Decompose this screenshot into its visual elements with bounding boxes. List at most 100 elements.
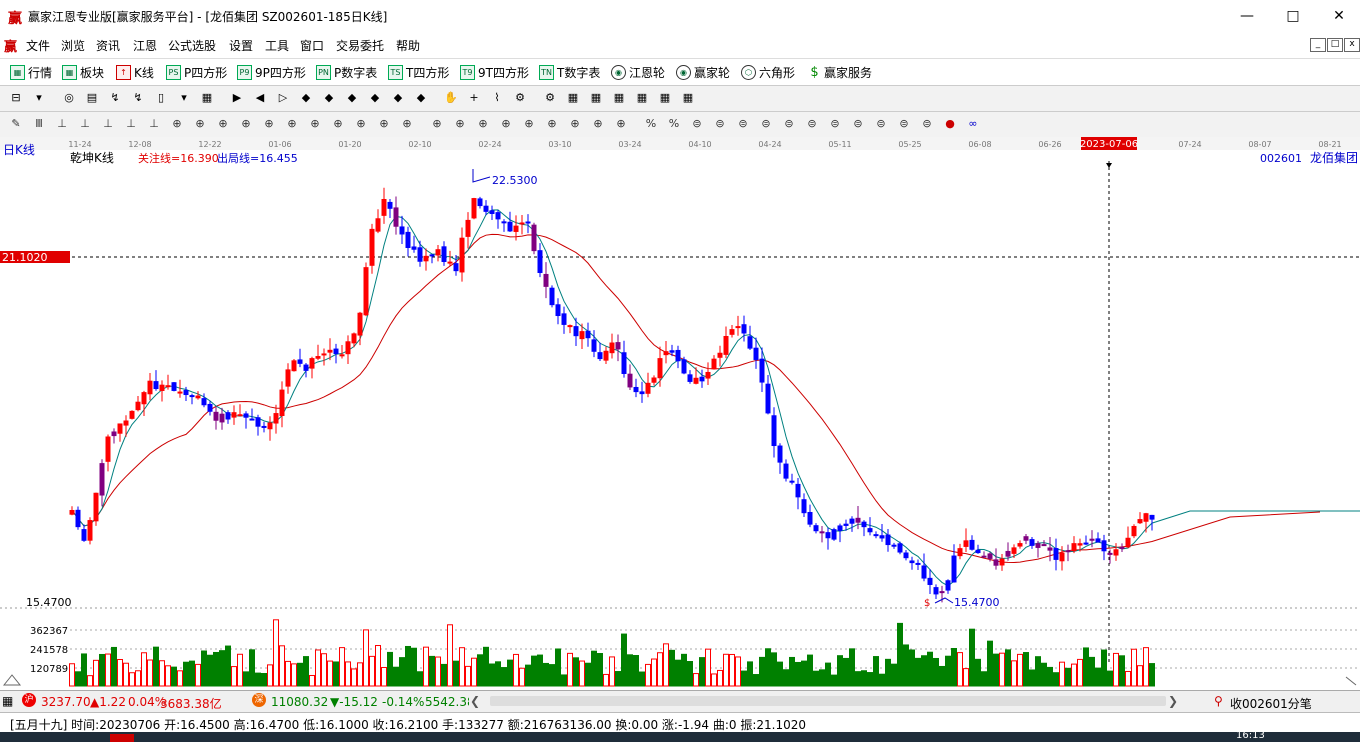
gann-tool-34-icon[interactable]: ⊜ xyxy=(804,116,820,132)
gann-tool-26-icon[interactable]: ⊕ xyxy=(613,116,629,132)
gann-tool-0-icon[interactable]: ✎ xyxy=(8,116,24,132)
draw-tool-23-icon[interactable]: ▦ xyxy=(565,90,581,106)
grid-icon[interactable]: ▦ xyxy=(2,694,13,708)
gann-tool-31-icon[interactable]: ⊜ xyxy=(735,116,751,132)
close-button[interactable]: ✕ xyxy=(1316,0,1360,32)
gann-tool-10-icon[interactable]: ⊕ xyxy=(238,116,254,132)
draw-tool-28-icon[interactable]: ▦ xyxy=(680,90,696,106)
draw-tool-25-icon[interactable]: ▦ xyxy=(611,90,627,106)
gann-tool-22-icon[interactable]: ⊕ xyxy=(521,116,537,132)
t-table-button[interactable]: TN T数字表 xyxy=(539,64,600,81)
draw-tool-11-icon[interactable]: ▷ xyxy=(275,90,291,106)
gann-tool-39-icon[interactable]: ⊜ xyxy=(919,116,935,132)
draw-tool-16-icon[interactable]: ◆ xyxy=(390,90,406,106)
gann-tool-25-icon[interactable]: ⊕ xyxy=(590,116,606,132)
draw-tool-12-icon[interactable]: ◆ xyxy=(298,90,314,106)
draw-tool-2-icon[interactable]: ◎ xyxy=(61,90,77,106)
scroll-right-icon[interactable]: ❯ xyxy=(1168,694,1178,708)
gann-tool-33-icon[interactable]: ⊜ xyxy=(781,116,797,132)
gann-tool-35-icon[interactable]: ⊜ xyxy=(827,116,843,132)
minimize-button[interactable]: — xyxy=(1224,0,1270,32)
menu-formula[interactable]: 公式选股 xyxy=(168,37,216,54)
gann-tool-12-icon[interactable]: ⊕ xyxy=(284,116,300,132)
draw-tool-27-icon[interactable]: ▦ xyxy=(657,90,673,106)
draw-tool-10-icon[interactable]: ◀ xyxy=(252,90,268,106)
draw-tool-18-icon[interactable]: ✋ xyxy=(443,90,459,106)
9t-square-button[interactable]: T9 9T四方形 xyxy=(460,64,529,81)
draw-tool-9-icon[interactable]: ▶ xyxy=(229,90,245,106)
hexagon-button[interactable]: ⬡ 六角形 xyxy=(741,64,795,81)
gann-tool-5-icon[interactable]: ⊥ xyxy=(123,116,139,132)
sector-button[interactable]: ▦ 板块 xyxy=(62,64,104,81)
winner-service-button[interactable]: $ 赢家服务 xyxy=(808,64,872,81)
gann-tool-30-icon[interactable]: ⊜ xyxy=(712,116,728,132)
draw-tool-4-icon[interactable]: ↯ xyxy=(107,90,123,106)
gann-tool-9-icon[interactable]: ⊕ xyxy=(215,116,231,132)
gann-tool-2-icon[interactable]: ⊥ xyxy=(54,116,70,132)
menu-browse[interactable]: 浏览 xyxy=(61,37,85,54)
menu-file[interactable]: 文件 xyxy=(26,37,50,54)
mdi-close-button[interactable]: x xyxy=(1344,38,1360,52)
gann-tool-37-icon[interactable]: ⊜ xyxy=(873,116,889,132)
draw-tool-3-icon[interactable]: ▤ xyxy=(84,90,100,106)
gann-tool-7-icon[interactable]: ⊕ xyxy=(169,116,185,132)
draw-tool-22-icon[interactable]: ⚙ xyxy=(542,90,558,106)
t-square-button[interactable]: TS T四方形 xyxy=(388,64,449,81)
draw-tool-1-icon[interactable]: ▾ xyxy=(31,90,47,106)
kline-chart-svg[interactable]: 11-24 12-08 12-22 01-06 01-20 02-10 02-24 03-10… xyxy=(0,137,1360,690)
menu-help[interactable]: 帮助 xyxy=(396,37,420,54)
draw-tool-21-icon[interactable]: ⚙ xyxy=(512,90,528,106)
gann-tool-40-icon[interactable]: ● xyxy=(942,116,958,132)
draw-tool-26-icon[interactable]: ▦ xyxy=(634,90,650,106)
gann-tool-17-icon[interactable]: ⊕ xyxy=(399,116,415,132)
menu-settings[interactable]: 设置 xyxy=(229,37,253,54)
draw-tool-8-icon[interactable]: ▦ xyxy=(199,90,215,106)
mdi-restore-button[interactable]: □ xyxy=(1327,38,1343,52)
p-square-button[interactable]: PS P四方形 xyxy=(166,64,227,81)
gann-tool-3-icon[interactable]: ⊥ xyxy=(77,116,93,132)
gann-tool-18-icon[interactable]: ⊕ xyxy=(429,116,445,132)
p-table-button[interactable]: PN P数字表 xyxy=(316,64,377,81)
menu-news[interactable]: 资讯 xyxy=(96,37,120,54)
gann-tool-13-icon[interactable]: ⊕ xyxy=(307,116,323,132)
draw-tool-15-icon[interactable]: ◆ xyxy=(367,90,383,106)
gann-tool-15-icon[interactable]: ⊕ xyxy=(353,116,369,132)
taskbar-app-icon[interactable] xyxy=(110,734,134,742)
gann-tool-20-icon[interactable]: ⊕ xyxy=(475,116,491,132)
mdi-minimize-button[interactable]: _ xyxy=(1310,38,1326,52)
gann-tool-11-icon[interactable]: ⊕ xyxy=(261,116,277,132)
gann-tool-24-icon[interactable]: ⊕ xyxy=(567,116,583,132)
draw-tool-19-icon[interactable]: + xyxy=(466,90,482,106)
gann-tool-1-icon[interactable]: Ⅲ xyxy=(31,116,47,132)
draw-tool-24-icon[interactable]: ▦ xyxy=(588,90,604,106)
scroll-up-icon[interactable] xyxy=(2,674,22,686)
gann-tool-38-icon[interactable]: ⊜ xyxy=(896,116,912,132)
draw-tool-13-icon[interactable]: ◆ xyxy=(321,90,337,106)
gann-tool-4-icon[interactable]: ⊥ xyxy=(100,116,116,132)
gann-tool-21-icon[interactable]: ⊕ xyxy=(498,116,514,132)
menu-tools[interactable]: 工具 xyxy=(265,37,289,54)
draw-tool-0-icon[interactable]: ⊟ xyxy=(8,90,24,106)
tick-detail-label[interactable]: 收002601分笔 xyxy=(1230,695,1312,712)
gann-tool-36-icon[interactable]: ⊜ xyxy=(850,116,866,132)
horizontal-scrollbar[interactable] xyxy=(490,696,1166,706)
kline-chart[interactable]: 11-24 12-08 12-22 01-06 01-20 02-10 02-24 03-10… xyxy=(0,137,1360,690)
menu-gann[interactable]: 江恩 xyxy=(133,37,157,54)
draw-tool-6-icon[interactable]: ▯ xyxy=(153,90,169,106)
menu-window[interactable]: 窗口 xyxy=(300,37,324,54)
draw-tool-5-icon[interactable]: ↯ xyxy=(130,90,146,106)
9p-square-button[interactable]: P9 9P四方形 xyxy=(237,64,306,81)
gann-tool-27-icon[interactable]: % xyxy=(643,116,659,132)
gann-tool-19-icon[interactable]: ⊕ xyxy=(452,116,468,132)
draw-tool-17-icon[interactable]: ◆ xyxy=(413,90,429,106)
draw-tool-7-icon[interactable]: ▾ xyxy=(176,90,192,106)
menu-trade[interactable]: 交易委托 xyxy=(336,37,384,54)
gann-tool-41-icon[interactable]: ∞ xyxy=(965,116,981,132)
draw-tool-14-icon[interactable]: ◆ xyxy=(344,90,360,106)
winner-wheel-button[interactable]: ◉ 赢家轮 xyxy=(676,64,730,81)
gann-tool-28-icon[interactable]: % xyxy=(666,116,682,132)
maximize-button[interactable]: □ xyxy=(1270,0,1316,32)
scroll-left-icon[interactable]: ❮ xyxy=(470,694,480,708)
gann-tool-8-icon[interactable]: ⊕ xyxy=(192,116,208,132)
kline-button[interactable]: ↑ K线 xyxy=(116,64,154,81)
